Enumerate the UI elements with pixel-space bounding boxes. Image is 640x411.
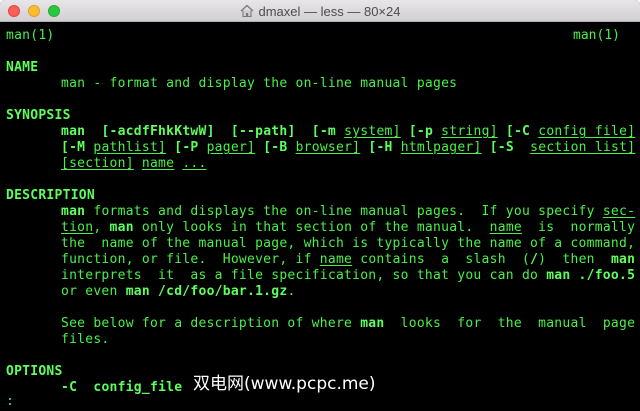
window-title: dmaxel — less — 80×24 (258, 3, 401, 19)
syn-sectionlist-arg: section_list] (530, 140, 636, 155)
desc-text: or even (61, 284, 126, 299)
syn-pp-flag: [-P (174, 140, 199, 155)
synopsis-heading: SYNOPSIS (6, 108, 71, 123)
desc-line-6: or even man /cd/foo/bar.1.gz. (61, 284, 296, 300)
desc-line-3: the name of the manual page, which is ty… (61, 236, 636, 251)
synopsis-line-3: [section] name ... (61, 156, 207, 172)
desc-line-2: tion, man only looks in that section of … (61, 220, 635, 236)
desc-text: See below for a description of where (61, 316, 361, 331)
less-prompt[interactable]: : (6, 394, 14, 410)
synopsis-line-1: man [-acdfFhkKtwW] [--path] [-m system] … (61, 124, 635, 140)
terminal-window: dmaxel — less — 80×24 man(1) man(1) NAME… (0, 0, 640, 411)
desc-tion-underline: tion (61, 220, 94, 235)
desc-man-bold: man (109, 220, 134, 235)
desc-man-bold: man (360, 316, 385, 331)
desc-line-8: files. (61, 332, 110, 347)
syn-htmlpager-arg: htmlpager] (400, 140, 482, 155)
option-arg: config_file (93, 380, 183, 395)
syn-c-flag: [-C (505, 124, 531, 139)
desc-name-underline: name (489, 220, 522, 235)
syn-name-arg: name (141, 156, 175, 171)
syn-browser-arg: browser] (295, 140, 361, 155)
syn-string-arg: string] (441, 124, 498, 139)
desc-text: contains a slash ( (352, 252, 531, 267)
syn-pathlist-arg: pathlist] (93, 140, 167, 155)
syn-s-flag: [-S (489, 140, 514, 155)
name-heading: NAME (6, 60, 39, 75)
home-folder-icon (240, 4, 254, 18)
desc-text: . (287, 284, 296, 299)
title-bar[interactable]: dmaxel — less — 80×24 (0, 0, 640, 22)
desc-line-7: See below for a description of where man… (61, 316, 635, 332)
desc-line-4: function, or file. However, if name cont… (61, 252, 635, 268)
desc-line-5: interprets it as a file specification, s… (61, 268, 635, 284)
synopsis-line-2: [-M pathlist] [-P pager] [-B browser] [-… (61, 140, 635, 156)
desc-sec-underline: sec- (602, 204, 636, 219)
desc-slash-bold: / (530, 252, 539, 267)
desc-text: only looks in that section of the manual… (133, 220, 490, 235)
desc-text: interprets it as a file specification, s… (61, 268, 547, 283)
syn-m-flag: [-m (311, 124, 337, 139)
syn-config-arg: config_file] (538, 124, 636, 139)
syn-mm-flag: [-M (61, 140, 86, 155)
description-heading: DESCRIPTION (6, 188, 95, 203)
syn-system-arg: system] (344, 124, 401, 139)
man-header-right: man(1) (573, 28, 620, 43)
desc-man-bold: man (610, 252, 636, 267)
syn-section-arg: [section] (61, 156, 134, 171)
desc-text: ) then (538, 252, 611, 267)
syn-h-flag: [-H (368, 140, 393, 155)
desc-text: , (93, 220, 110, 235)
syn-flags: [-acdfFhkKtwW] (101, 124, 215, 139)
desc-text: function, or file. However, if (61, 252, 320, 267)
watermark-text: 双电网(www.pcpc.me) (193, 374, 376, 394)
desc-text: looks for the manual page (384, 316, 636, 331)
syn-cmd: man (61, 124, 86, 139)
desc-text: is normally (522, 220, 636, 235)
option-flag: -C (61, 380, 78, 395)
desc-name-underline: name (319, 252, 353, 267)
desc-example-bold: man /cd/foo/bar.1.gz (125, 284, 288, 299)
syn-ellipsis: ... (182, 156, 207, 171)
desc-line-1: man formats and displays the on-line man… (61, 204, 635, 220)
syn-pager-arg: pager] (206, 140, 256, 155)
syn-path: [--path] (230, 124, 296, 139)
desc-man-bold: man (61, 204, 86, 219)
desc-example-bold: man ./foo.5 (546, 268, 636, 283)
desc-text: formats and displays the on-line manual … (85, 204, 603, 219)
syn-b-flag: [-B (263, 140, 288, 155)
man-header-left: man(1) (6, 28, 55, 43)
option-c-line: -C config_file (61, 380, 182, 396)
syn-p-flag: [-p (408, 124, 434, 139)
window-title-wrap: dmaxel — less — 80×24 (0, 0, 640, 22)
terminal-content[interactable]: man(1) man(1) NAME man - format and disp… (0, 22, 640, 411)
name-text: man - format and display the on-line man… (61, 76, 458, 91)
options-heading: OPTIONS (6, 364, 63, 379)
